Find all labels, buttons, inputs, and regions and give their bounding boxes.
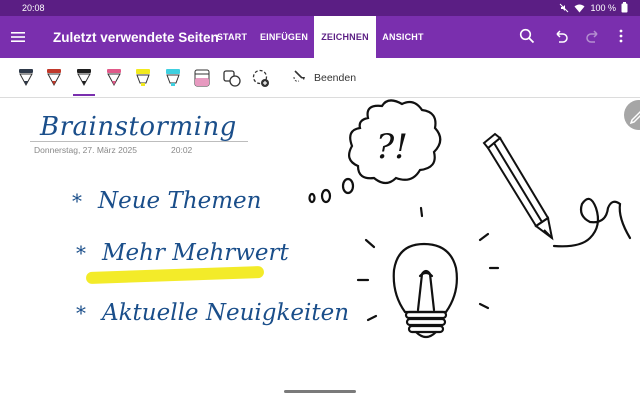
- pencil-drawing: [482, 132, 554, 241]
- app-bar: Zuletzt verwendete Seiten START EINFÜGEN…: [0, 16, 640, 58]
- add-pen-icon[interactable]: [252, 68, 269, 88]
- search-icon[interactable]: [519, 28, 535, 49]
- selected-tool-indicator: [73, 94, 95, 96]
- bullet-star: *: [76, 301, 86, 325]
- finish-label: Beenden: [314, 71, 357, 84]
- pen-black-icon[interactable]: [76, 68, 92, 88]
- menu-icon[interactable]: [10, 29, 26, 45]
- status-icons: 100 %: [559, 2, 628, 13]
- title-divider: [30, 141, 248, 142]
- tab-ansicht[interactable]: ANSICHT: [378, 16, 428, 58]
- bullet-star: *: [76, 241, 86, 265]
- lightbulb-drawing: [356, 206, 500, 339]
- shapes-icon[interactable]: [223, 68, 241, 88]
- highlighter-pink-icon[interactable]: [194, 68, 210, 88]
- undo-icon[interactable]: [553, 28, 569, 49]
- lasso-pen-icon: [292, 68, 308, 87]
- yellow-highlight-stroke: [85, 265, 265, 285]
- thought-cloud-drawing: [308, 99, 442, 204]
- list-item[interactable]: * Neue Themen: [72, 188, 261, 214]
- status-bar: 20:08 100 %: [0, 0, 640, 16]
- page-date: Donnerstag, 27. März 2025: [34, 145, 138, 155]
- bullet-star: *: [72, 189, 82, 213]
- list-item-text: Neue Themen: [98, 188, 262, 214]
- pen-red-icon[interactable]: [46, 68, 62, 88]
- pen-dark-icon[interactable]: [18, 68, 34, 88]
- tab-zeichnen[interactable]: ZEICHNEN: [314, 16, 376, 58]
- more-icon[interactable]: [618, 28, 624, 49]
- app-title[interactable]: Zuletzt verwendete Seiten: [53, 30, 219, 45]
- finish-button[interactable]: Beenden: [292, 68, 356, 87]
- status-time: 20:08: [22, 3, 45, 13]
- tab-start[interactable]: START: [210, 16, 254, 58]
- ink-drawings[interactable]: ?!: [290, 98, 640, 400]
- cloud-text: ?!: [376, 127, 408, 167]
- draw-ribbon: Beenden: [0, 58, 640, 98]
- page-time: 20:02: [171, 145, 193, 155]
- mute-icon: [559, 3, 569, 13]
- battery-icon: [621, 2, 628, 13]
- redo-icon[interactable]: [585, 28, 601, 49]
- battery-text: 100 %: [590, 2, 616, 13]
- list-item-text: Mehr Mehrwert: [102, 240, 289, 266]
- pen-pink-icon[interactable]: [106, 68, 122, 88]
- tab-einfuegen[interactable]: EINFÜGEN: [256, 16, 312, 58]
- wifi-icon: [574, 3, 585, 13]
- home-indicator[interactable]: [284, 390, 356, 393]
- list-item[interactable]: * Mehr Mehrwert: [76, 240, 289, 266]
- note-canvas[interactable]: Brainstorming Donnerstag, 27. März 2025 …: [0, 98, 640, 400]
- page-title[interactable]: Brainstorming: [40, 112, 237, 142]
- highlighter-yellow-icon[interactable]: [135, 68, 151, 88]
- scribble-drawing: [552, 197, 632, 248]
- highlighter-cyan-icon[interactable]: [165, 68, 181, 88]
